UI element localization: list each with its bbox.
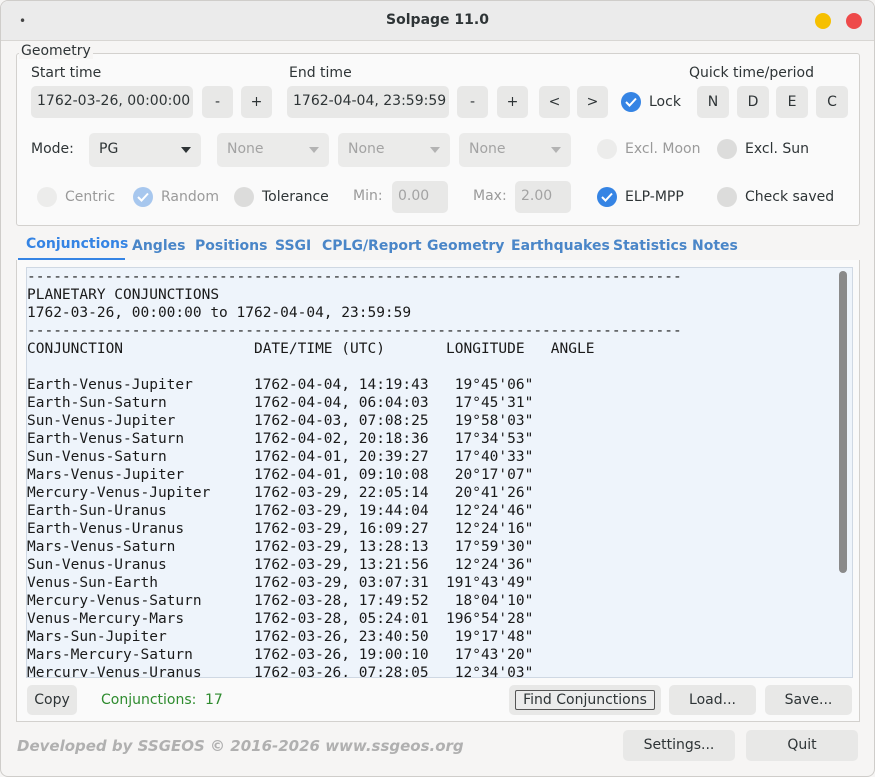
start-time-field[interactable]: 1762-03-26, 00:00:00 — [31, 86, 193, 118]
planet-select-2[interactable]: None — [338, 133, 450, 167]
mode-select[interactable]: PG — [89, 133, 201, 167]
min-label: Min: — [353, 188, 383, 204]
chevron-down-icon — [181, 147, 191, 153]
excl-sun-checkbox[interactable] — [717, 139, 737, 159]
end-plus-button[interactable]: + — [497, 86, 528, 118]
results-textarea[interactable]: ----------------------------------------… — [26, 267, 853, 678]
centric-label: Centric — [65, 189, 116, 205]
check-saved-label: Check saved — [745, 189, 835, 205]
planet-select-3[interactable]: None — [459, 133, 571, 167]
start-plus-button[interactable]: + — [241, 86, 272, 118]
excl-sun-label: Excl. Sun — [745, 141, 810, 157]
lock-checkbox[interactable] — [621, 92, 641, 112]
app-window: • Solpage 11.0 Geometry Start time 1762-… — [0, 0, 875, 777]
load-button[interactable]: Load... — [669, 685, 756, 715]
settings-button[interactable]: Settings... — [623, 730, 735, 761]
title-bar: • Solpage 11.0 — [1, 1, 874, 41]
save-button[interactable]: Save... — [765, 685, 852, 715]
chevron-down-icon — [551, 147, 561, 153]
check-saved-checkbox[interactable] — [717, 187, 737, 207]
prev-period-button[interactable]: < — [539, 86, 570, 118]
end-time-label: End time — [289, 65, 352, 81]
quit-button[interactable]: Quit — [746, 730, 858, 761]
random-label: Random — [161, 189, 219, 205]
mode-label: Mode: — [31, 141, 74, 157]
find-conjunctions-focus-ring: Find Conjunctions — [515, 690, 655, 710]
close-button[interactable] — [846, 13, 862, 29]
results-text: ----------------------------------------… — [27, 269, 682, 678]
planet-select-1-value: None — [227, 141, 264, 157]
tab-conjunctions[interactable]: Conjunctions — [26, 236, 128, 252]
planet-select-2-value: None — [348, 141, 385, 157]
planet-select-1[interactable]: None — [217, 133, 329, 167]
end-time-field[interactable]: 1762-04-04, 23:59:59 — [287, 86, 449, 118]
chevron-down-icon — [309, 147, 319, 153]
results-scrollbar[interactable] — [839, 271, 847, 573]
minimize-button[interactable] — [815, 13, 831, 29]
tab-notes[interactable]: Notes — [692, 238, 738, 254]
tolerance-checkbox[interactable] — [234, 187, 254, 207]
quick-d-button[interactable]: D — [737, 86, 769, 118]
centric-checkbox[interactable] — [37, 187, 57, 207]
start-minus-button[interactable]: - — [202, 86, 233, 118]
find-conjunctions-button[interactable]: Find Conjunctions — [509, 685, 661, 715]
random-checkbox[interactable] — [133, 187, 153, 207]
quick-n-button[interactable]: N — [697, 86, 729, 118]
min-field[interactable]: 0.00 — [392, 181, 448, 213]
tab-geometry[interactable]: Geometry — [427, 238, 504, 254]
excl-moon-label: Excl. Moon — [625, 141, 701, 157]
footer-credit: Developed by SSGEOS © 2016-2026 www.ssge… — [17, 737, 464, 755]
window-title: Solpage 11.0 — [386, 12, 489, 28]
conjunctions-count-value: 17 — [205, 692, 223, 708]
quick-e-button[interactable]: E — [776, 86, 808, 118]
quick-c-button[interactable]: C — [816, 86, 848, 118]
excl-moon-checkbox[interactable] — [597, 139, 617, 159]
tab-cplg-report[interactable]: CPLG/Report — [322, 238, 422, 254]
mode-value: PG — [99, 141, 119, 157]
max-field[interactable]: 2.00 — [515, 181, 571, 213]
tab-earthquakes[interactable]: Earthquakes — [511, 238, 610, 254]
tab-ssgi[interactable]: SSGI — [275, 238, 311, 254]
tab-positions[interactable]: Positions — [195, 238, 267, 254]
copy-button[interactable]: Copy — [27, 685, 77, 715]
checkmark-icon — [625, 97, 637, 107]
tab-statistics[interactable]: Statistics — [613, 238, 687, 254]
conjunctions-count-label: Conjunctions: — [101, 692, 197, 708]
tab-angles[interactable]: Angles — [132, 238, 185, 254]
start-time-label: Start time — [31, 65, 102, 81]
geometry-legend: Geometry — [19, 43, 93, 59]
next-period-button[interactable]: > — [577, 86, 608, 118]
lock-label: Lock — [649, 94, 681, 110]
end-minus-button[interactable]: - — [457, 86, 488, 118]
planet-select-3-value: None — [469, 141, 506, 157]
quick-time-label: Quick time/period — [689, 65, 814, 81]
max-label: Max: — [473, 188, 507, 204]
tolerance-label: Tolerance — [262, 189, 329, 205]
chevron-down-icon — [430, 147, 440, 153]
checkmark-icon — [601, 192, 613, 202]
elp-mpp-checkbox[interactable] — [597, 187, 617, 207]
elp-mpp-label: ELP-MPP — [625, 189, 684, 205]
checkmark-icon — [137, 192, 149, 202]
